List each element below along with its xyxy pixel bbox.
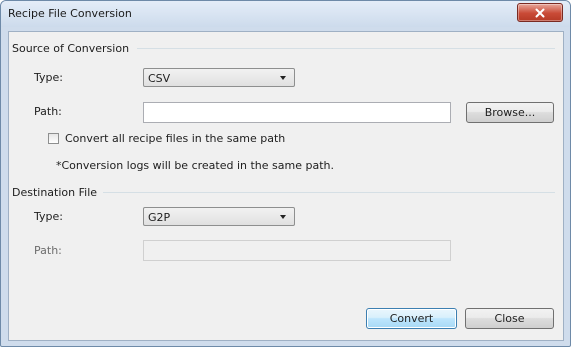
destination-path-label: Path:: [34, 244, 62, 257]
source-group-label: Source of Conversion: [12, 42, 134, 55]
chevron-down-icon: [280, 215, 286, 219]
convert-all-label: Convert all recipe files in the same pat…: [65, 132, 286, 145]
destination-path-input: [143, 240, 451, 261]
window-title: Recipe File Conversion: [8, 7, 132, 20]
destination-type-label: Type:: [34, 210, 63, 223]
browse-button[interactable]: Browse...: [466, 102, 554, 123]
convert-button[interactable]: Convert: [366, 308, 457, 329]
destination-type-dropdown[interactable]: G2P: [143, 207, 295, 226]
source-type-value: CSV: [148, 72, 171, 85]
dialog-window: Recipe File Conversion Source of Convers…: [0, 0, 571, 347]
destination-group-label: Destination File: [12, 186, 102, 199]
close-icon: [535, 8, 545, 17]
destination-type-value: G2P: [148, 211, 171, 224]
group-divider: [137, 48, 555, 49]
convert-all-checkbox[interactable]: [48, 133, 59, 144]
chevron-down-icon: [280, 76, 286, 80]
source-path-label: Path:: [34, 105, 62, 118]
title-bar[interactable]: Recipe File Conversion: [1, 1, 570, 27]
source-type-label: Type:: [34, 71, 63, 84]
close-button[interactable]: Close: [465, 308, 554, 329]
conversion-log-note: *Conversion logs will be created in the …: [56, 159, 334, 172]
window-close-button[interactable]: [517, 3, 563, 22]
source-type-dropdown[interactable]: CSV: [143, 68, 295, 87]
group-divider: [103, 192, 555, 193]
source-path-input[interactable]: [143, 102, 451, 123]
dialog-client-area: Source of Conversion Type: CSV Path: Bro…: [8, 31, 564, 341]
